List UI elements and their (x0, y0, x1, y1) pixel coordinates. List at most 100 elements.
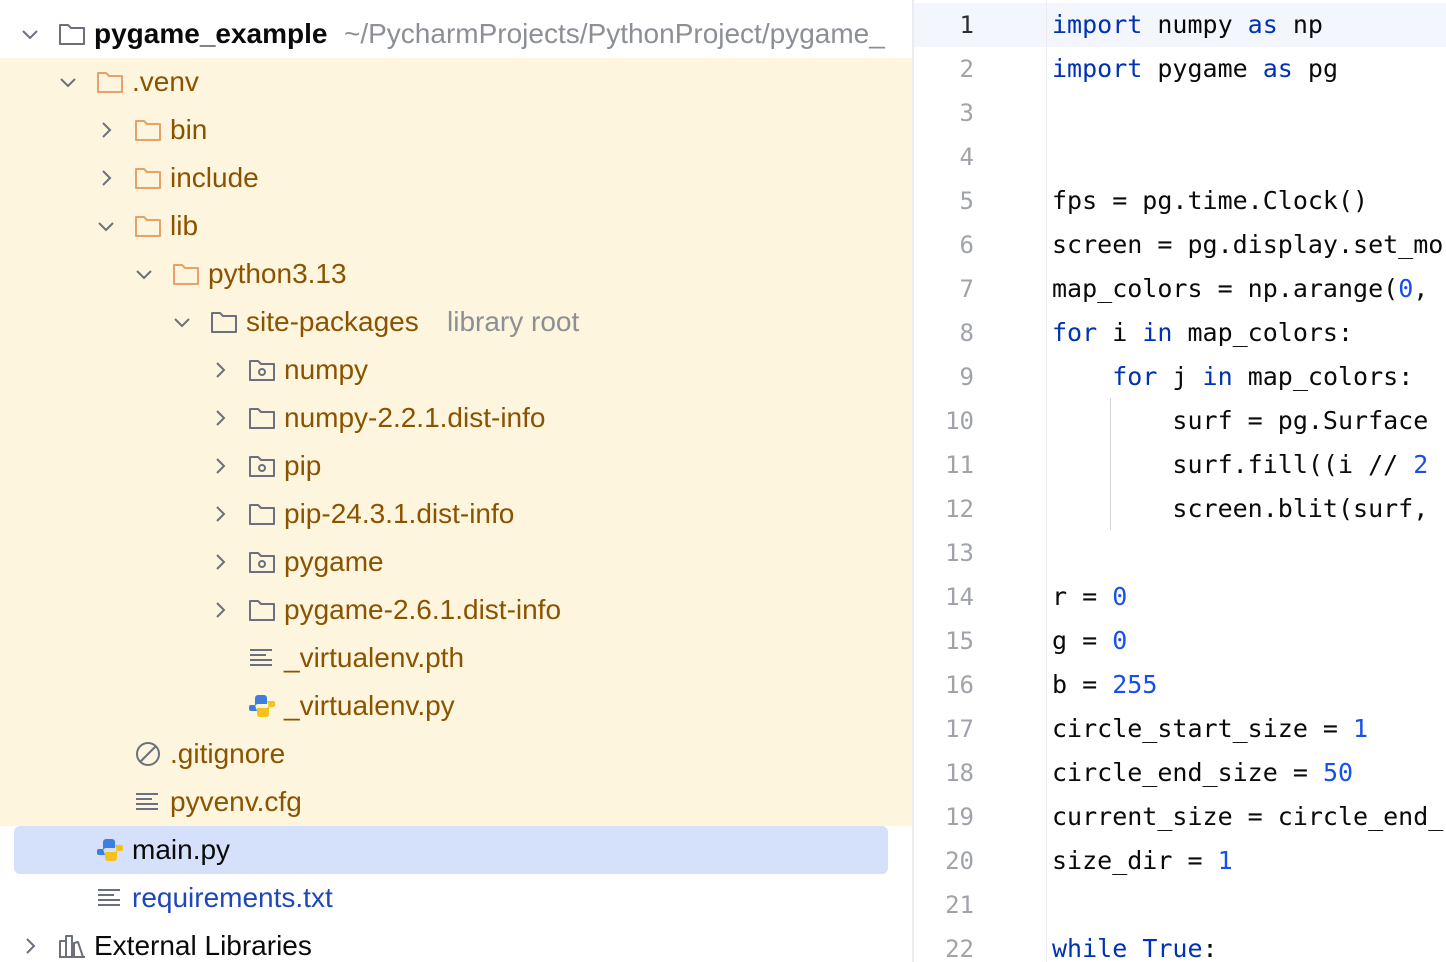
code-line[interactable]: for j in map_colors: (1052, 355, 1413, 399)
code-token: surf = pg.Surface (1052, 406, 1429, 435)
line-number[interactable]: 2 (914, 47, 974, 91)
code-token: : (1202, 934, 1218, 962)
code-token: size_dir = (1052, 846, 1218, 875)
chevron-down-icon[interactable] (18, 22, 42, 46)
code-line[interactable]: fps = pg.time.Clock() (1052, 179, 1368, 223)
line-number[interactable]: 17 (914, 707, 974, 751)
line-number[interactable]: 6 (914, 223, 974, 267)
chevron-down-icon[interactable] (56, 70, 80, 94)
keyword-token: for (1052, 318, 1098, 347)
tree-label: numpy (284, 354, 369, 385)
code-line[interactable]: map_colors = np.arange(0, (1052, 267, 1443, 311)
library-icon (59, 935, 85, 958)
project-name: pygame_example (94, 18, 328, 49)
line-number[interactable]: 9 (914, 355, 974, 399)
line-number[interactable]: 20 (914, 839, 974, 883)
tree-row-python313[interactable]: python3.13 (0, 250, 912, 298)
chevron-right-icon[interactable] (18, 934, 42, 958)
code-line[interactable]: b = 255 (1052, 663, 1157, 707)
chevron-right-icon[interactable] (208, 454, 232, 478)
tree-label: _virtualenv.py (284, 690, 455, 721)
tree-row-bin[interactable]: bin (0, 106, 912, 154)
tree-row-main-py[interactable]: main.py (0, 826, 912, 874)
chevron-down-icon[interactable] (170, 310, 194, 334)
tree-row-include[interactable]: include (0, 154, 912, 202)
chevron-right-icon[interactable] (208, 550, 232, 574)
code-line[interactable]: circle_end_size = 50 (1052, 751, 1353, 795)
package-folder-icon (249, 552, 275, 573)
number-token: 50 (1322, 758, 1354, 787)
tree-row-root[interactable]: pygame_example ~/PycharmProjects/PythonP… (0, 10, 912, 58)
code-line[interactable]: screen.blit(surf, (1052, 487, 1443, 531)
line-number[interactable]: 14 (914, 575, 974, 619)
line-number[interactable]: 3 (914, 91, 974, 135)
code-line[interactable]: surf.fill((i // 2 (1052, 443, 1428, 487)
code-token: map_colors: (1172, 318, 1354, 347)
tree-row-pip-dist-info[interactable]: pip-24.3.1.dist-info (0, 490, 912, 538)
code-line[interactable]: for i in map_colors: (1052, 311, 1353, 355)
tree-row-gitignore[interactable]: .gitignore (0, 730, 912, 778)
tree-row-virtualenv-pth[interactable]: _virtualenv.pth (0, 634, 912, 682)
line-number[interactable]: 19 (914, 795, 974, 839)
line-number[interactable]: 8 (914, 311, 974, 355)
code-token: g = (1052, 626, 1113, 655)
tree-row-site-packages[interactable]: site-packages library root (0, 298, 912, 346)
line-number[interactable]: 11 (914, 443, 974, 487)
chevron-right-icon[interactable] (208, 406, 232, 430)
tree-label: main.py (132, 834, 231, 865)
tree-row-venv[interactable]: .venv (0, 58, 912, 106)
line-number[interactable]: 15 (914, 619, 974, 663)
line-number[interactable]: 5 (914, 179, 974, 223)
tree-row-virtualenv-py[interactable]: _virtualenv.py (0, 682, 912, 730)
code-line[interactable]: surf = pg.Surface (1052, 399, 1428, 443)
line-number-gutter[interactable]: 1 2 3 4 5 6 7 8 9 10 11 12 13 14 15 16 17 18 19 20 21 22 (914, 0, 1046, 962)
line-number[interactable]: 21 (914, 883, 974, 927)
chevron-right-icon[interactable] (208, 598, 232, 622)
chevron-down-icon[interactable] (94, 214, 118, 238)
code-line[interactable]: r = 0 (1052, 575, 1127, 619)
chevron-down-icon[interactable] (132, 262, 156, 286)
code-line[interactable]: import pygame as pg (1052, 47, 1338, 91)
line-number[interactable]: 4 (914, 135, 974, 179)
library-root-hint: library root (447, 306, 580, 337)
code-token: map_colors = np.arange( (1052, 274, 1399, 303)
line-number[interactable]: 13 (914, 531, 974, 575)
chevron-right-icon[interactable] (208, 358, 232, 382)
tree-row-numpy-dist-info[interactable]: numpy-2.2.1.dist-info (0, 394, 912, 442)
tree-row-numpy[interactable]: numpy (0, 346, 912, 394)
number-token: 0 (1112, 626, 1128, 655)
line-number[interactable]: 12 (914, 487, 974, 531)
chevron-right-icon[interactable] (94, 166, 118, 190)
chevron-right-icon[interactable] (208, 502, 232, 526)
code-editor[interactable]: 1 2 3 4 5 6 7 8 9 10 11 12 13 14 15 16 17 18 19 20 21 22 impo… (914, 0, 1446, 962)
line-number[interactable]: 16 (914, 663, 974, 707)
project-tool-window: pygame_example ~/PycharmProjects/PythonP… (0, 0, 912, 962)
tree-row-external-libraries[interactable]: External Libraries (0, 922, 912, 962)
code-line[interactable]: g = 0 (1052, 619, 1127, 663)
code-token: circle_end_size = (1052, 758, 1323, 787)
code-token: b = (1052, 670, 1113, 699)
line-number[interactable]: 18 (914, 751, 974, 795)
code-line[interactable]: circle_start_size = 1 (1052, 707, 1368, 751)
code-line[interactable]: import numpy as np (1052, 3, 1323, 47)
code-line[interactable]: size_dir = 1 (1052, 839, 1233, 883)
line-number[interactable]: 22 (914, 927, 974, 962)
tree-row-pygame[interactable]: pygame (0, 538, 912, 586)
code-token: j (1157, 362, 1203, 391)
chevron-right-icon[interactable] (94, 118, 118, 142)
tree-row-requirements[interactable]: requirements.txt (0, 874, 912, 922)
line-number[interactable]: 7 (914, 267, 974, 311)
code-line[interactable]: current_size = circle_end_ (1052, 795, 1443, 839)
tree-row-lib[interactable]: lib (0, 202, 912, 250)
code-token: r = (1052, 582, 1113, 611)
tree-label: include (170, 162, 259, 193)
code-line[interactable]: while True: (1052, 927, 1218, 962)
tree-row-pygame-dist-info[interactable]: pygame-2.6.1.dist-info (0, 586, 912, 634)
line-number[interactable]: 10 (914, 399, 974, 443)
line-number[interactable]: 1 (914, 3, 974, 47)
python-file-icon (249, 695, 275, 717)
tree-row-pip[interactable]: pip (0, 442, 912, 490)
tree-row-pyvenv-cfg[interactable]: pyvenv.cfg (0, 778, 912, 826)
code-line[interactable]: screen = pg.display.set_mo (1052, 223, 1443, 267)
